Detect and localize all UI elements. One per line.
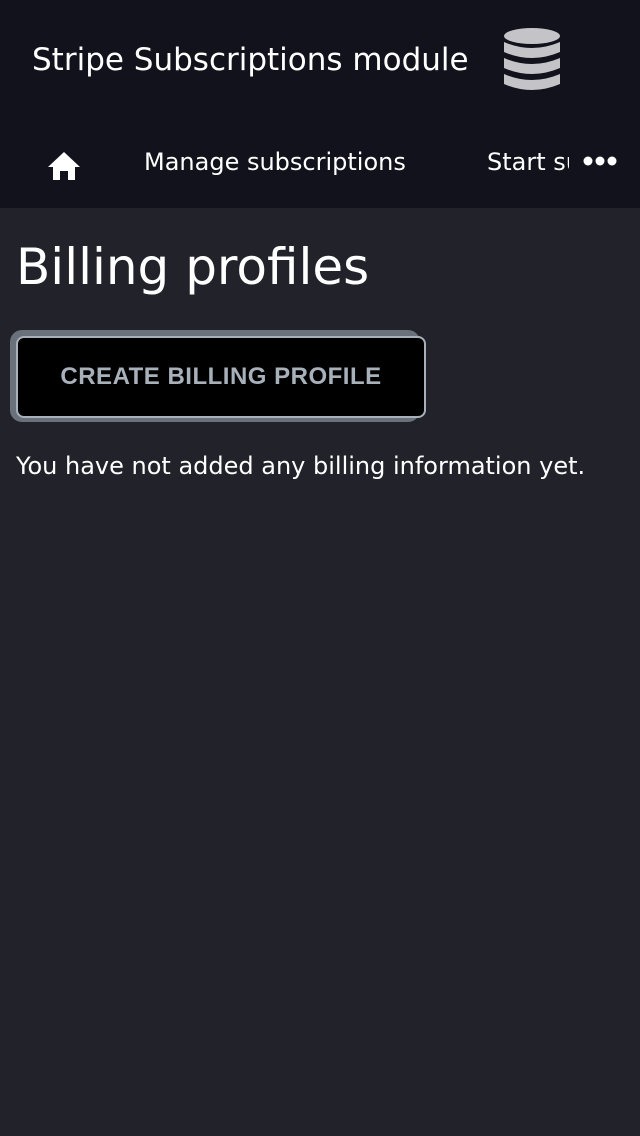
create-billing-profile-focus-ring: CREATE BILLING PROFILE: [10, 330, 426, 422]
more-horizontal-icon[interactable]: [582, 154, 618, 168]
database-icon[interactable]: [503, 27, 561, 93]
empty-state-message: You have not added any billing informati…: [16, 452, 586, 480]
page-title: Billing profiles: [16, 238, 370, 296]
create-billing-profile-button[interactable]: CREATE BILLING PROFILE: [16, 336, 426, 418]
app-title: Stripe Subscriptions module: [32, 42, 469, 78]
home-icon[interactable]: [47, 150, 81, 182]
nav-item-manage-subscriptions[interactable]: Manage subscriptions: [144, 148, 406, 176]
nav-bar: Manage subscriptions Start subscription: [0, 120, 640, 208]
app-header: Stripe Subscriptions module: [0, 0, 640, 120]
nav-item-start-subscription[interactable]: Start subscription: [487, 148, 569, 176]
